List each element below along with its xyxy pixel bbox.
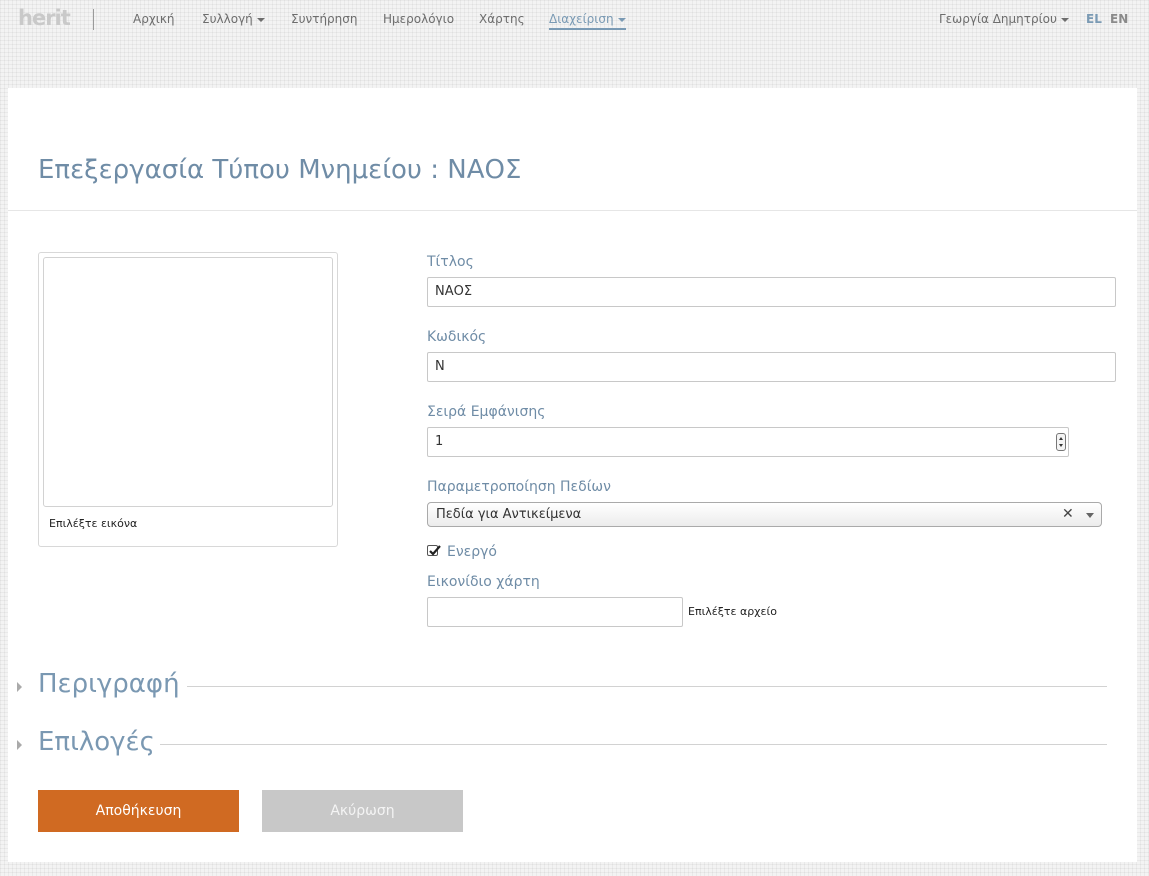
user-menu[interactable]: Γεωργία Δημητρίου	[939, 11, 1069, 27]
title-label: Τίτλος	[427, 254, 474, 270]
code-input[interactable]: N	[427, 352, 1116, 382]
title-input-value: ΝΑΟΣ	[435, 284, 473, 299]
nav-item-administration[interactable]: Διαχείριση	[549, 11, 626, 30]
map-icon-file-field[interactable]	[427, 597, 683, 627]
active-label: Ενεργό	[447, 544, 497, 560]
expand-arrow-icon[interactable]	[17, 682, 22, 692]
page-title: Επεξεργασία Τύπου Μνημείου : ΝΑΟΣ	[38, 155, 522, 185]
nav-item-collection[interactable]: Συλλογή	[202, 11, 265, 27]
dropdown-arrow-icon[interactable]	[1086, 513, 1094, 518]
checkmark-icon	[429, 545, 441, 556]
nav-item-map[interactable]: Χάρτης	[479, 11, 525, 27]
caret-down-icon	[1060, 17, 1069, 22]
section-divider	[187, 686, 1107, 687]
display-order-value: 1	[435, 434, 444, 449]
map-icon-label: Εικονίδιο χάρτη	[427, 574, 540, 590]
cancel-button[interactable]: Ακύρωση	[262, 790, 463, 832]
logo-divider	[93, 9, 94, 30]
section-divider	[160, 744, 1107, 745]
nav-item-label: Συντήρηση	[291, 12, 358, 26]
nav-item-conservation[interactable]: Συντήρηση	[291, 11, 358, 27]
nav-item-home[interactable]: Αρχική	[133, 11, 175, 27]
display-order-input[interactable]: 1	[427, 427, 1069, 457]
section-options[interactable]: Επιλογές	[38, 726, 155, 758]
expand-arrow-icon[interactable]	[17, 740, 22, 750]
lang-el-link[interactable]: EL	[1086, 11, 1102, 27]
image-preview[interactable]	[43, 257, 333, 507]
main-card: Επεξεργασία Τύπου Μνημείου : ΝΑΟΣ Επιλέξ…	[8, 88, 1137, 862]
choose-file-button[interactable]: Επιλέξτε αρχείο	[688, 605, 777, 618]
caret-down-icon	[256, 17, 265, 22]
clear-selection-icon[interactable]: ✕	[1062, 505, 1074, 523]
field-config-value: Πεδία για Αντικείμενα	[436, 507, 582, 522]
nav-item-label: Ημερολόγιο	[383, 12, 455, 26]
number-spinner-icon[interactable]	[1056, 433, 1066, 451]
lang-en-link[interactable]: EN	[1110, 11, 1128, 27]
nav-item-calendar[interactable]: Ημερολόγιο	[383, 11, 454, 27]
code-label: Κωδικός	[427, 329, 487, 345]
image-panel: Επιλέξτε εικόνα	[38, 252, 338, 547]
top-navbar: herit Αρχική Συλλογή Συντήρηση Ημερολόγι…	[0, 0, 1149, 38]
field-config-select[interactable]: Πεδία για Αντικείμενα ✕	[427, 502, 1102, 527]
choose-image-link[interactable]: Επιλέξτε εικόνα	[49, 517, 137, 530]
nav-item-label: Διαχείριση	[549, 12, 614, 26]
herit-logo[interactable]: herit	[18, 6, 71, 30]
user-name: Γεωργία Δημητρίου	[939, 12, 1057, 26]
display-order-label: Σειρά Εμφάνισης	[427, 404, 546, 420]
field-config-label: Παραμετροποίηση Πεδίων	[427, 479, 611, 495]
caret-down-icon	[617, 17, 626, 22]
save-button[interactable]: Αποθήκευση	[38, 790, 239, 832]
title-divider	[8, 210, 1137, 211]
section-description[interactable]: Περιγραφή	[38, 668, 180, 700]
nav-item-label: Συλλογή	[202, 12, 253, 26]
code-input-value: N	[435, 359, 445, 374]
title-input[interactable]: ΝΑΟΣ	[427, 277, 1116, 307]
active-checkbox[interactable]	[427, 545, 441, 556]
nav-item-label: Χάρτης	[479, 12, 525, 26]
nav-item-label: Αρχική	[133, 12, 175, 26]
